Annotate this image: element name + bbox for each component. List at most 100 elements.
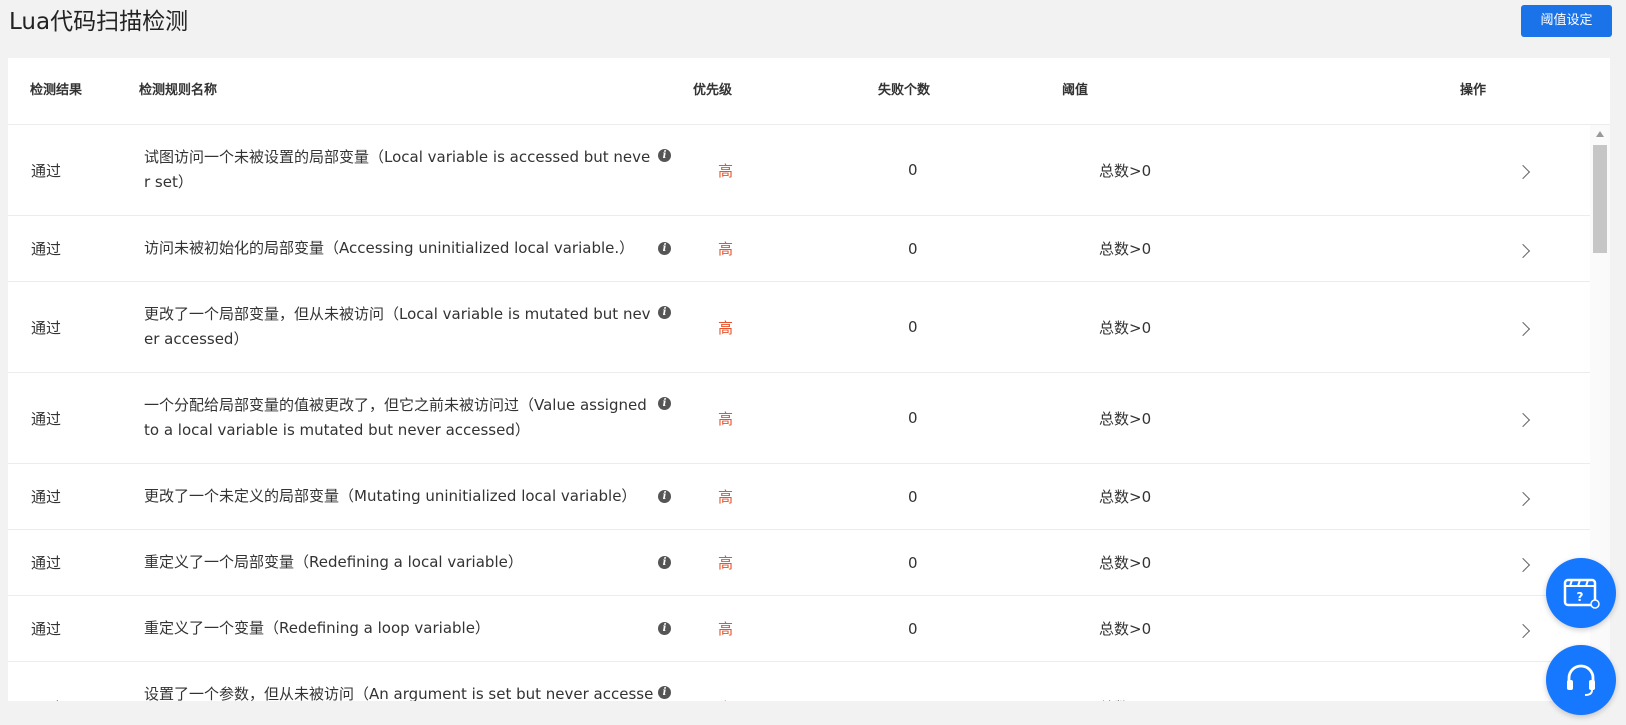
chevron-right-icon[interactable] — [1515, 243, 1531, 258]
info-cell: i — [658, 596, 674, 661]
priority-cell: 高 — [718, 409, 734, 428]
threshold-cell: 总数>0 — [1099, 662, 1219, 702]
customer-service-button[interactable] — [1546, 645, 1616, 715]
row-action[interactable] — [1508, 596, 1538, 661]
threshold-settings-button[interactable]: 阈值设定 — [1521, 5, 1612, 37]
result-cell: 通过 — [31, 409, 62, 428]
rule-name-text: 一个分配给局部变量的值被更改了，但它之前未被访问过（Value assigned… — [144, 396, 647, 439]
table-header: 检测结果 检测规则名称 优先级 失败个数 阈值 操作 — [8, 58, 1610, 125]
row-action[interactable] — [1508, 662, 1538, 701]
rule-name-text: 重定义了一个变量（Redefining a loop variable） — [144, 619, 490, 637]
fail-count-cell: 0 — [908, 487, 918, 506]
threshold-cell: 总数>0 — [1099, 409, 1152, 428]
result-cell: 通过 — [31, 161, 62, 180]
page-header: Lua代码扫描检测 阈值设定 — [0, 0, 1626, 58]
header-action: 操作 — [1460, 83, 1487, 98]
threshold-cell: 总数>0 — [1099, 318, 1152, 337]
fail-count-cell: 0 — [908, 409, 918, 427]
info-icon[interactable]: i — [658, 397, 671, 410]
threshold-cell: 总数>0 — [1099, 488, 1152, 506]
header-fail-count: 失败个数 — [878, 83, 931, 98]
priority-cell: 高 — [718, 620, 734, 638]
header-rule-name: 检测规则名称 — [139, 83, 218, 98]
table-row[interactable]: 通过 重定义了一个变量（Redefining a loop variable） … — [8, 596, 1590, 662]
rule-name-text: 更改了一个局部变量，但从未被访问（Local variable is mutat… — [144, 305, 651, 348]
rule-name-text: 试图访问一个未被设置的局部变量（Local variable is access… — [144, 148, 651, 191]
info-icon[interactable]: i — [658, 490, 671, 503]
rule-name-text: 更改了一个未定义的局部变量（Mutating uninitialized loc… — [144, 487, 637, 505]
info-icon[interactable]: i — [658, 686, 671, 699]
info-cell: i — [658, 125, 674, 215]
table-row[interactable]: 通过 更改了一个未定义的局部变量（Mutating uninitialized … — [8, 464, 1590, 530]
rule-name-cell: 重定义了一个变量（Redefining a loop variable） — [144, 596, 654, 661]
table-body: 通过 试图访问一个未被设置的局部变量（Local variable is acc… — [8, 125, 1590, 701]
fail-count-cell: 0 — [908, 553, 918, 572]
result-cell: 通过 — [31, 554, 62, 572]
priority-cell: 高 — [718, 240, 734, 258]
chevron-right-icon[interactable] — [1515, 557, 1531, 572]
info-icon[interactable]: i — [658, 622, 671, 635]
rule-name-cell: 重定义了一个局部变量（Redefining a local variable） — [144, 530, 654, 595]
rule-name-cell: 更改了一个未定义的局部变量（Mutating uninitialized loc… — [144, 464, 654, 529]
chevron-right-icon[interactable] — [1515, 412, 1531, 428]
threshold-cell: 总数>0 — [1099, 554, 1152, 572]
header-threshold: 阈值 — [1062, 83, 1089, 98]
info-cell: i — [658, 373, 674, 463]
result-cell: 通过 — [31, 240, 62, 258]
chevron-right-icon[interactable] — [1515, 164, 1531, 180]
fail-count-cell: 0 — [908, 619, 918, 638]
svg-text:?: ? — [1577, 590, 1584, 604]
headset-icon — [1567, 664, 1595, 696]
table-row[interactable]: 通过 重定义了一个局部变量（Redefining a local variabl… — [8, 530, 1590, 596]
table-row[interactable]: 通过 设置了一个参数，但从未被访问（An argument is set but… — [8, 662, 1590, 701]
priority-cell: 高 — [718, 662, 778, 702]
rule-name-cell: 设置了一个参数，但从未被访问（An argument is set but ne… — [144, 662, 654, 701]
table-row[interactable]: 通过 一个分配给局部变量的值被更改了，但它之前未被访问过（Value assig… — [8, 373, 1590, 464]
table-row[interactable]: 通过 试图访问一个未被设置的局部变量（Local variable is acc… — [8, 125, 1590, 216]
row-action[interactable] — [1508, 216, 1538, 281]
rule-name-text: 重定义了一个局部变量（Redefining a local variable） — [144, 553, 523, 571]
priority-cell: 高 — [718, 488, 734, 506]
rules-table: 检测结果 检测规则名称 优先级 失败个数 阈值 操作 通过 试图访问一个未被设置… — [8, 58, 1610, 701]
priority-cell: 高 — [718, 554, 734, 572]
fail-count-cell: 0 — [908, 318, 918, 336]
priority-cell: 高 — [718, 318, 734, 337]
threshold-cell: 总数>0 — [1099, 161, 1152, 180]
table-row[interactable]: 通过 更改了一个局部变量，但从未被访问（Local variable is mu… — [8, 282, 1590, 373]
row-action[interactable] — [1508, 282, 1538, 372]
info-cell: i — [658, 464, 674, 529]
video-help-button[interactable]: ? — [1546, 558, 1616, 628]
chevron-right-icon[interactable] — [1515, 623, 1531, 638]
info-cell: i — [658, 216, 674, 281]
page-title: Lua代码扫描检测 — [9, 9, 189, 35]
row-action[interactable] — [1508, 530, 1538, 595]
row-action[interactable] — [1508, 373, 1538, 463]
chevron-right-icon[interactable] — [1515, 321, 1531, 337]
rule-name-cell: 更改了一个局部变量，但从未被访问（Local variable is mutat… — [144, 282, 654, 372]
info-icon[interactable]: i — [658, 149, 671, 162]
info-icon[interactable]: i — [658, 306, 671, 319]
result-cell: 通过 — [31, 318, 62, 337]
priority-cell: 高 — [718, 161, 734, 180]
row-action[interactable] — [1508, 464, 1538, 529]
header-priority: 优先级 — [693, 83, 733, 98]
result-cell: 通过 — [31, 620, 62, 638]
rule-name-cell: 试图访问一个未被设置的局部变量（Local variable is access… — [144, 125, 654, 215]
rule-name-cell: 一个分配给局部变量的值被更改了，但它之前未被访问过（Value assigned… — [144, 373, 654, 463]
header-result: 检测结果 — [30, 83, 83, 98]
scroll-thumb[interactable] — [1593, 145, 1607, 253]
result-cell: 通过 — [31, 488, 62, 506]
chevron-right-icon[interactable] — [1515, 491, 1531, 506]
info-cell: i — [658, 662, 674, 701]
threshold-cell: 总数>0 — [1099, 620, 1152, 638]
row-action[interactable] — [1508, 125, 1538, 215]
info-icon[interactable]: i — [658, 556, 671, 569]
result-cell: 通过 — [31, 662, 131, 702]
fail-count-cell: 0 — [908, 239, 918, 258]
scroll-up-arrow-icon[interactable] — [1596, 131, 1604, 137]
info-icon[interactable]: i — [658, 242, 671, 255]
info-cell: i — [658, 282, 674, 372]
table-row[interactable]: 通过 访问未被初始化的局部变量（Accessing uninitialized … — [8, 216, 1590, 282]
fail-count-cell: 0 — [908, 161, 918, 179]
rule-name-cell: 访问未被初始化的局部变量（Accessing uninitialized loc… — [144, 216, 654, 281]
